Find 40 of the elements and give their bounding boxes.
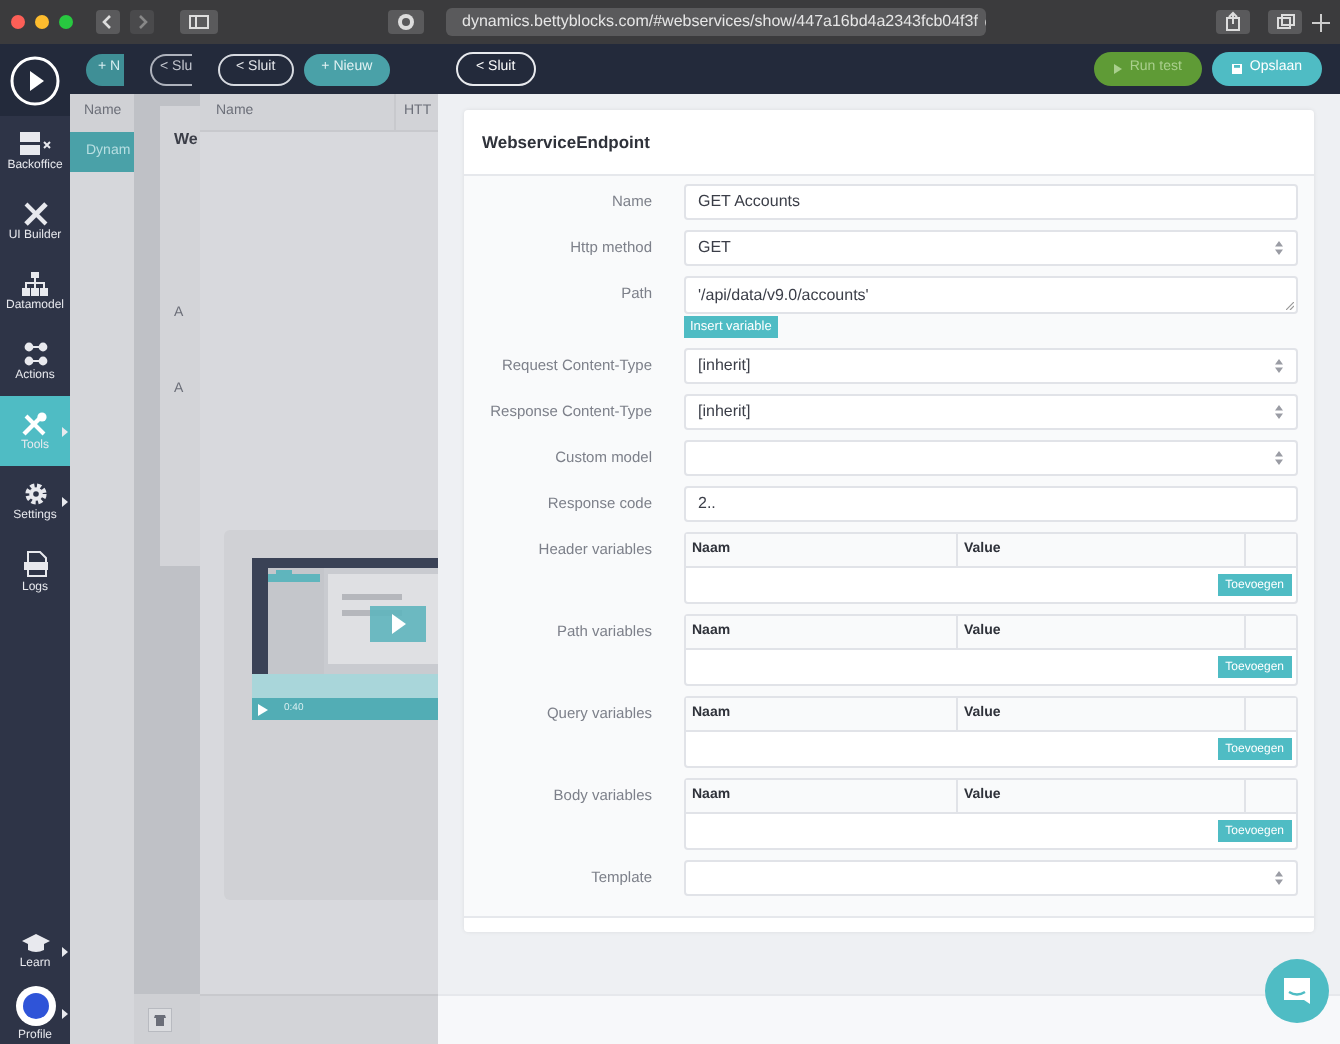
sidebar-toggle-icon[interactable] (180, 10, 218, 34)
graduation-cap-icon (21, 933, 49, 953)
submenu-arrow-icon (62, 1008, 68, 1018)
tools-icon (22, 411, 48, 435)
select-field[interactable] (684, 860, 1298, 896)
select-arrows-icon (1274, 358, 1284, 374)
resize-handle-icon[interactable] (1286, 302, 1294, 310)
submenu-arrow-icon (62, 946, 68, 956)
select-arrows-icon (1274, 240, 1284, 256)
back-icon[interactable] (96, 10, 120, 34)
hierarchy-icon (22, 271, 48, 295)
textarea-field[interactable]: '/api/data/v9.0/accounts' (684, 276, 1298, 314)
nodes-icon (23, 341, 47, 365)
share-icon[interactable] (1216, 10, 1250, 34)
submenu-arrow-icon (62, 496, 68, 506)
extension-icon[interactable] (388, 10, 424, 34)
address-bar[interactable]: dynamics.bettyblocks.com/#webservices/show/447a16bd4a2343fcb04f3f (446, 8, 986, 36)
select-field[interactable]: GET (684, 230, 1298, 266)
select-field[interactable]: [inherit] (684, 394, 1298, 430)
play-icon[interactable] (10, 55, 60, 105)
select-arrows-icon (1274, 404, 1284, 420)
text-field[interactable]: GET Accounts (684, 184, 1298, 220)
submenu-arrow-icon (62, 426, 68, 436)
new-tab-icon[interactable] (1312, 13, 1330, 31)
save-icon (1231, 64, 1242, 74)
tabs-icon[interactable] (1268, 10, 1302, 34)
select-field[interactable] (684, 440, 1298, 476)
select-field[interactable]: [inherit] (684, 348, 1298, 384)
text-field[interactable]: 2.. (684, 486, 1298, 522)
window-controls-icon[interactable] (10, 14, 76, 30)
url-text: dynamics.bettyblocks.com/#webservices/show/447a16bd4a2343fcb04f3f (462, 10, 978, 34)
card-title: We (174, 128, 200, 152)
play-icon (1113, 64, 1122, 74)
card-title: WebserviceEndpoint (482, 129, 650, 155)
forward-icon[interactable] (130, 10, 154, 34)
gear-icon (23, 481, 47, 505)
select-arrows-icon (1274, 870, 1284, 886)
avatar-icon (15, 985, 55, 1025)
server-icon (19, 131, 51, 155)
select-arrows-icon (1274, 450, 1284, 466)
